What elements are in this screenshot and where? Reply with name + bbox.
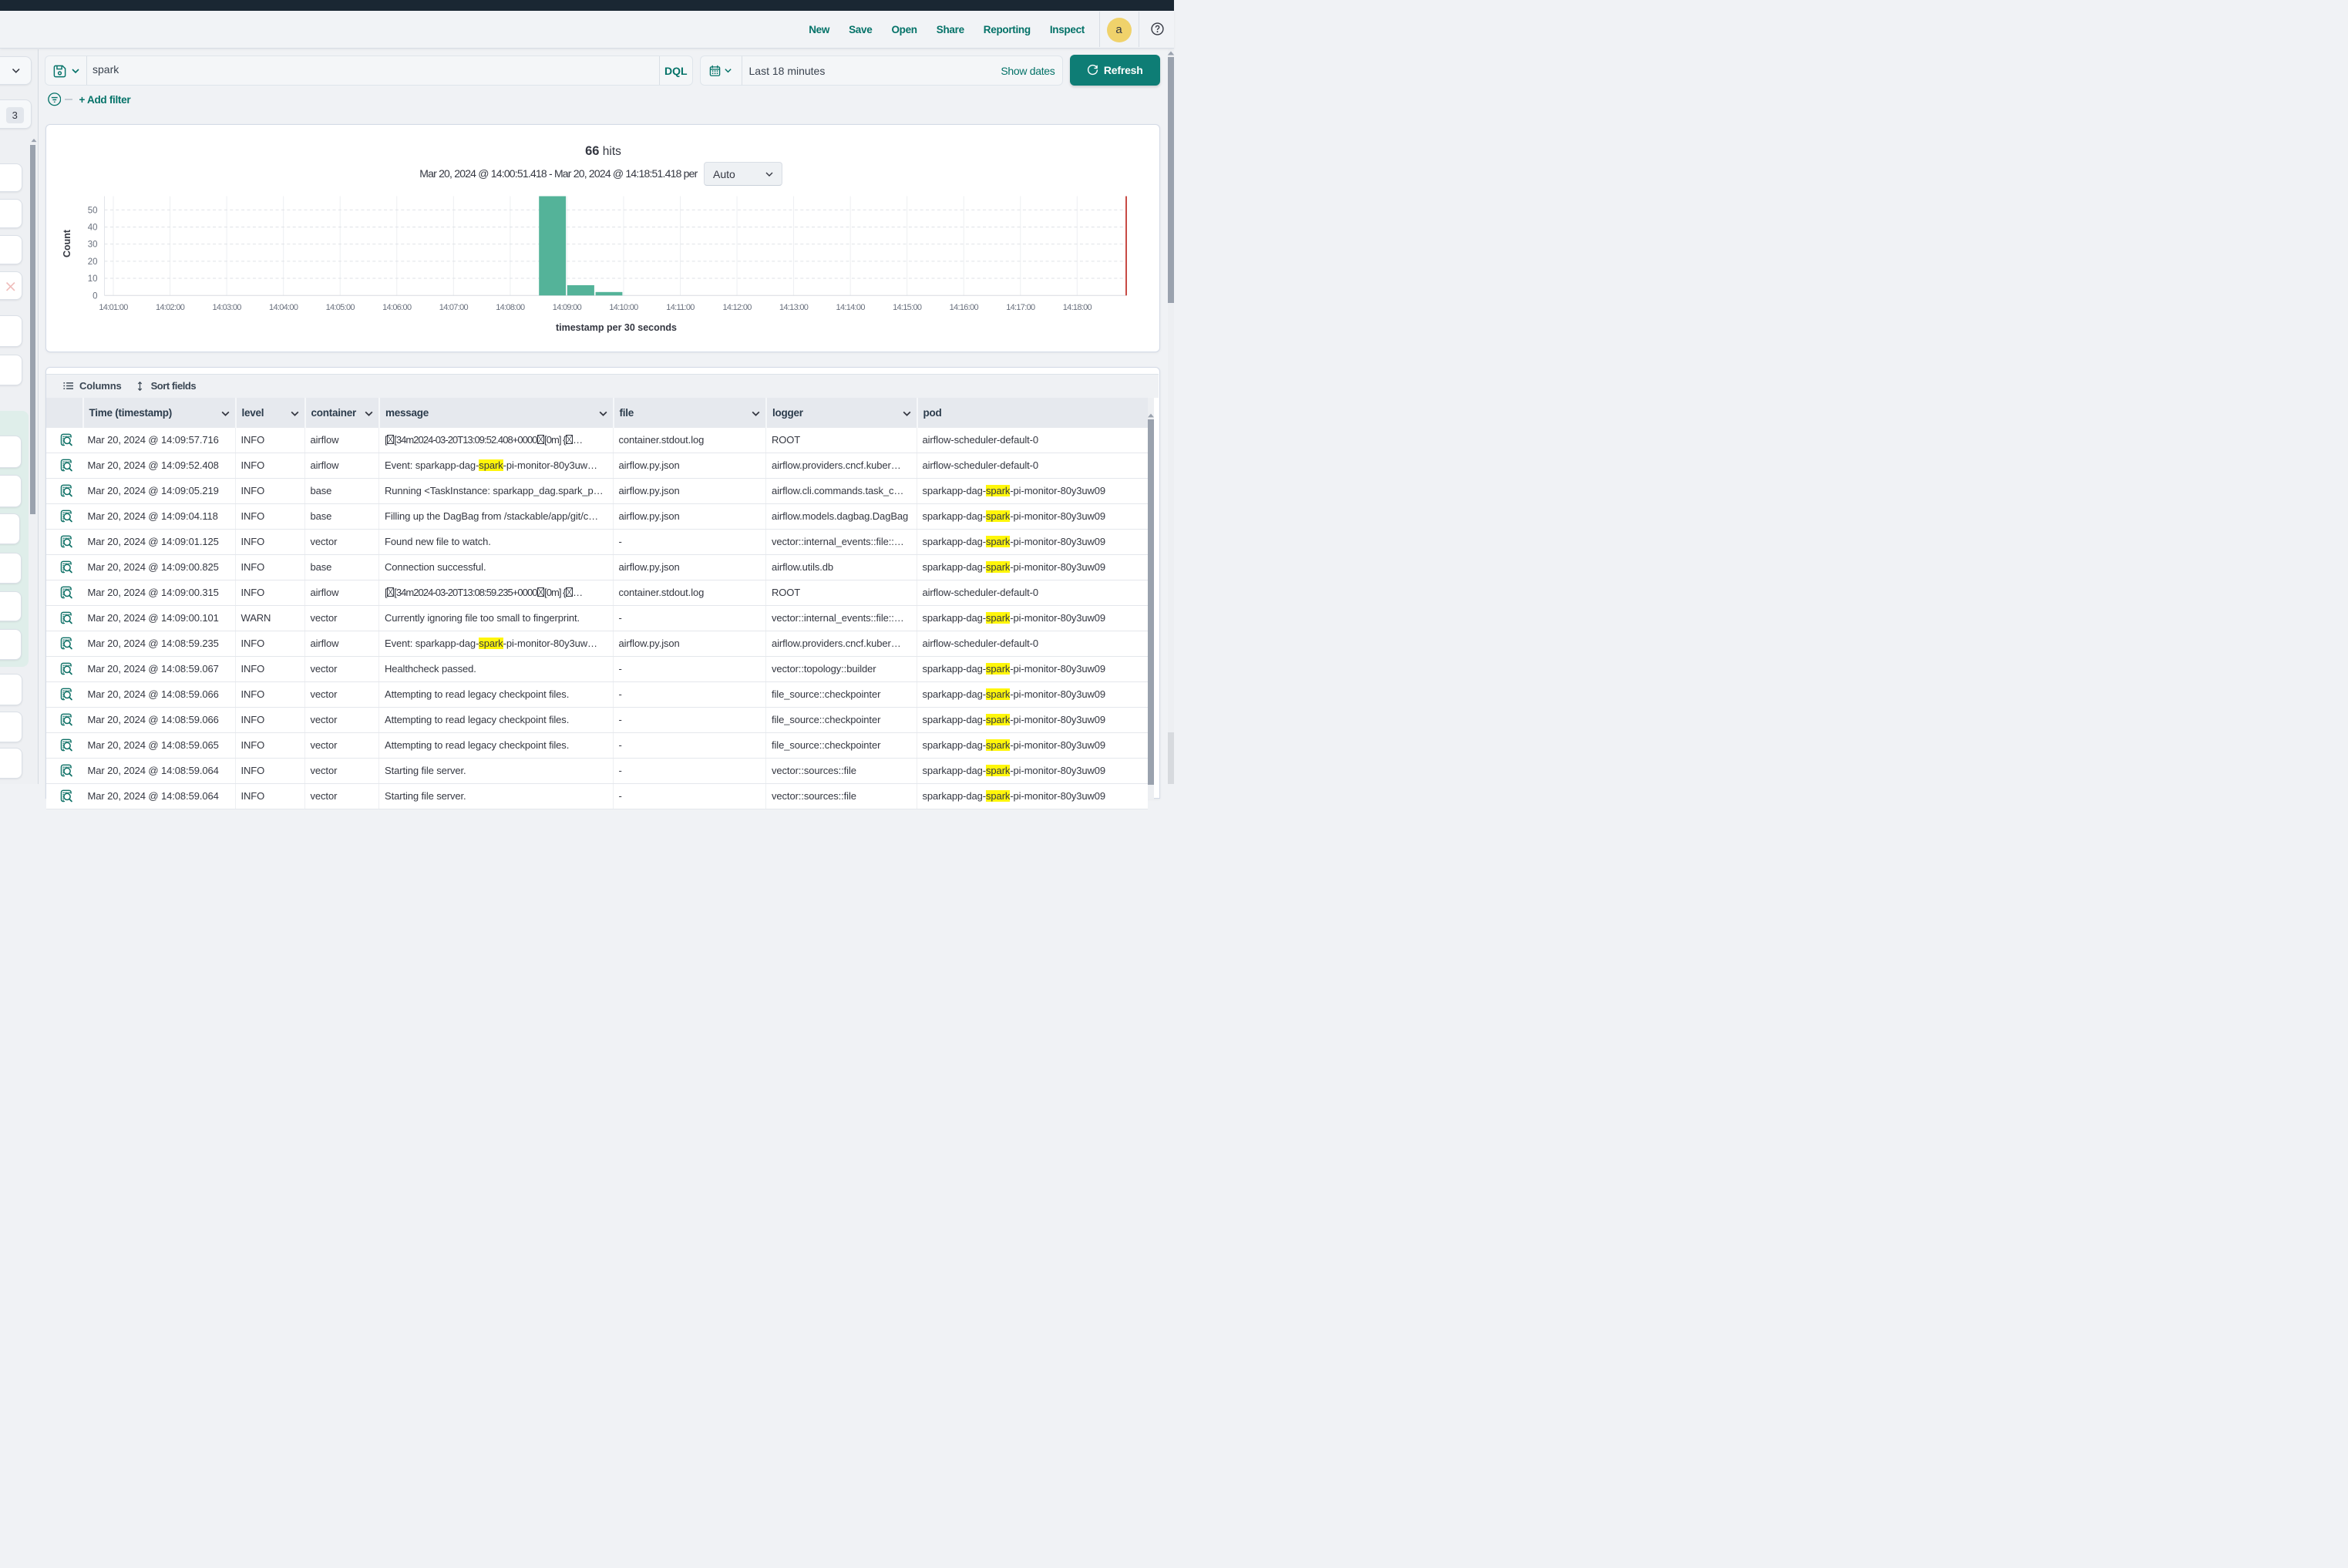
svg-text:14:12:00: 14:12:00 [722,303,752,312]
svg-text:50: 50 [88,206,98,215]
svg-text:14:07:00: 14:07:00 [439,303,469,312]
svg-text:14:09:00: 14:09:00 [553,303,582,312]
svg-text:14:15:00: 14:15:00 [893,303,922,312]
svg-text:14:05:00: 14:05:00 [326,303,355,312]
svg-text:14:03:00: 14:03:00 [212,303,241,312]
svg-text:40: 40 [88,223,98,232]
svg-text:14:14:00: 14:14:00 [836,303,866,312]
svg-text:14:16:00: 14:16:00 [950,303,979,312]
svg-text:14:01:00: 14:01:00 [99,303,128,312]
svg-text:10: 10 [88,274,98,284]
svg-text:14:04:00: 14:04:00 [269,303,298,312]
svg-text:14:02:00: 14:02:00 [156,303,185,312]
svg-text:14:11:00: 14:11:00 [666,303,695,312]
svg-text:14:08:00: 14:08:00 [496,303,525,312]
svg-text:14:10:00: 14:10:00 [609,303,638,312]
svg-text:30: 30 [88,241,98,250]
svg-text:0: 0 [93,291,97,301]
svg-text:14:17:00: 14:17:00 [1006,303,1035,312]
svg-text:14:06:00: 14:06:00 [382,303,412,312]
svg-text:14:13:00: 14:13:00 [779,303,809,312]
svg-text:14:18:00: 14:18:00 [1063,303,1092,312]
svg-text:20: 20 [88,257,98,267]
